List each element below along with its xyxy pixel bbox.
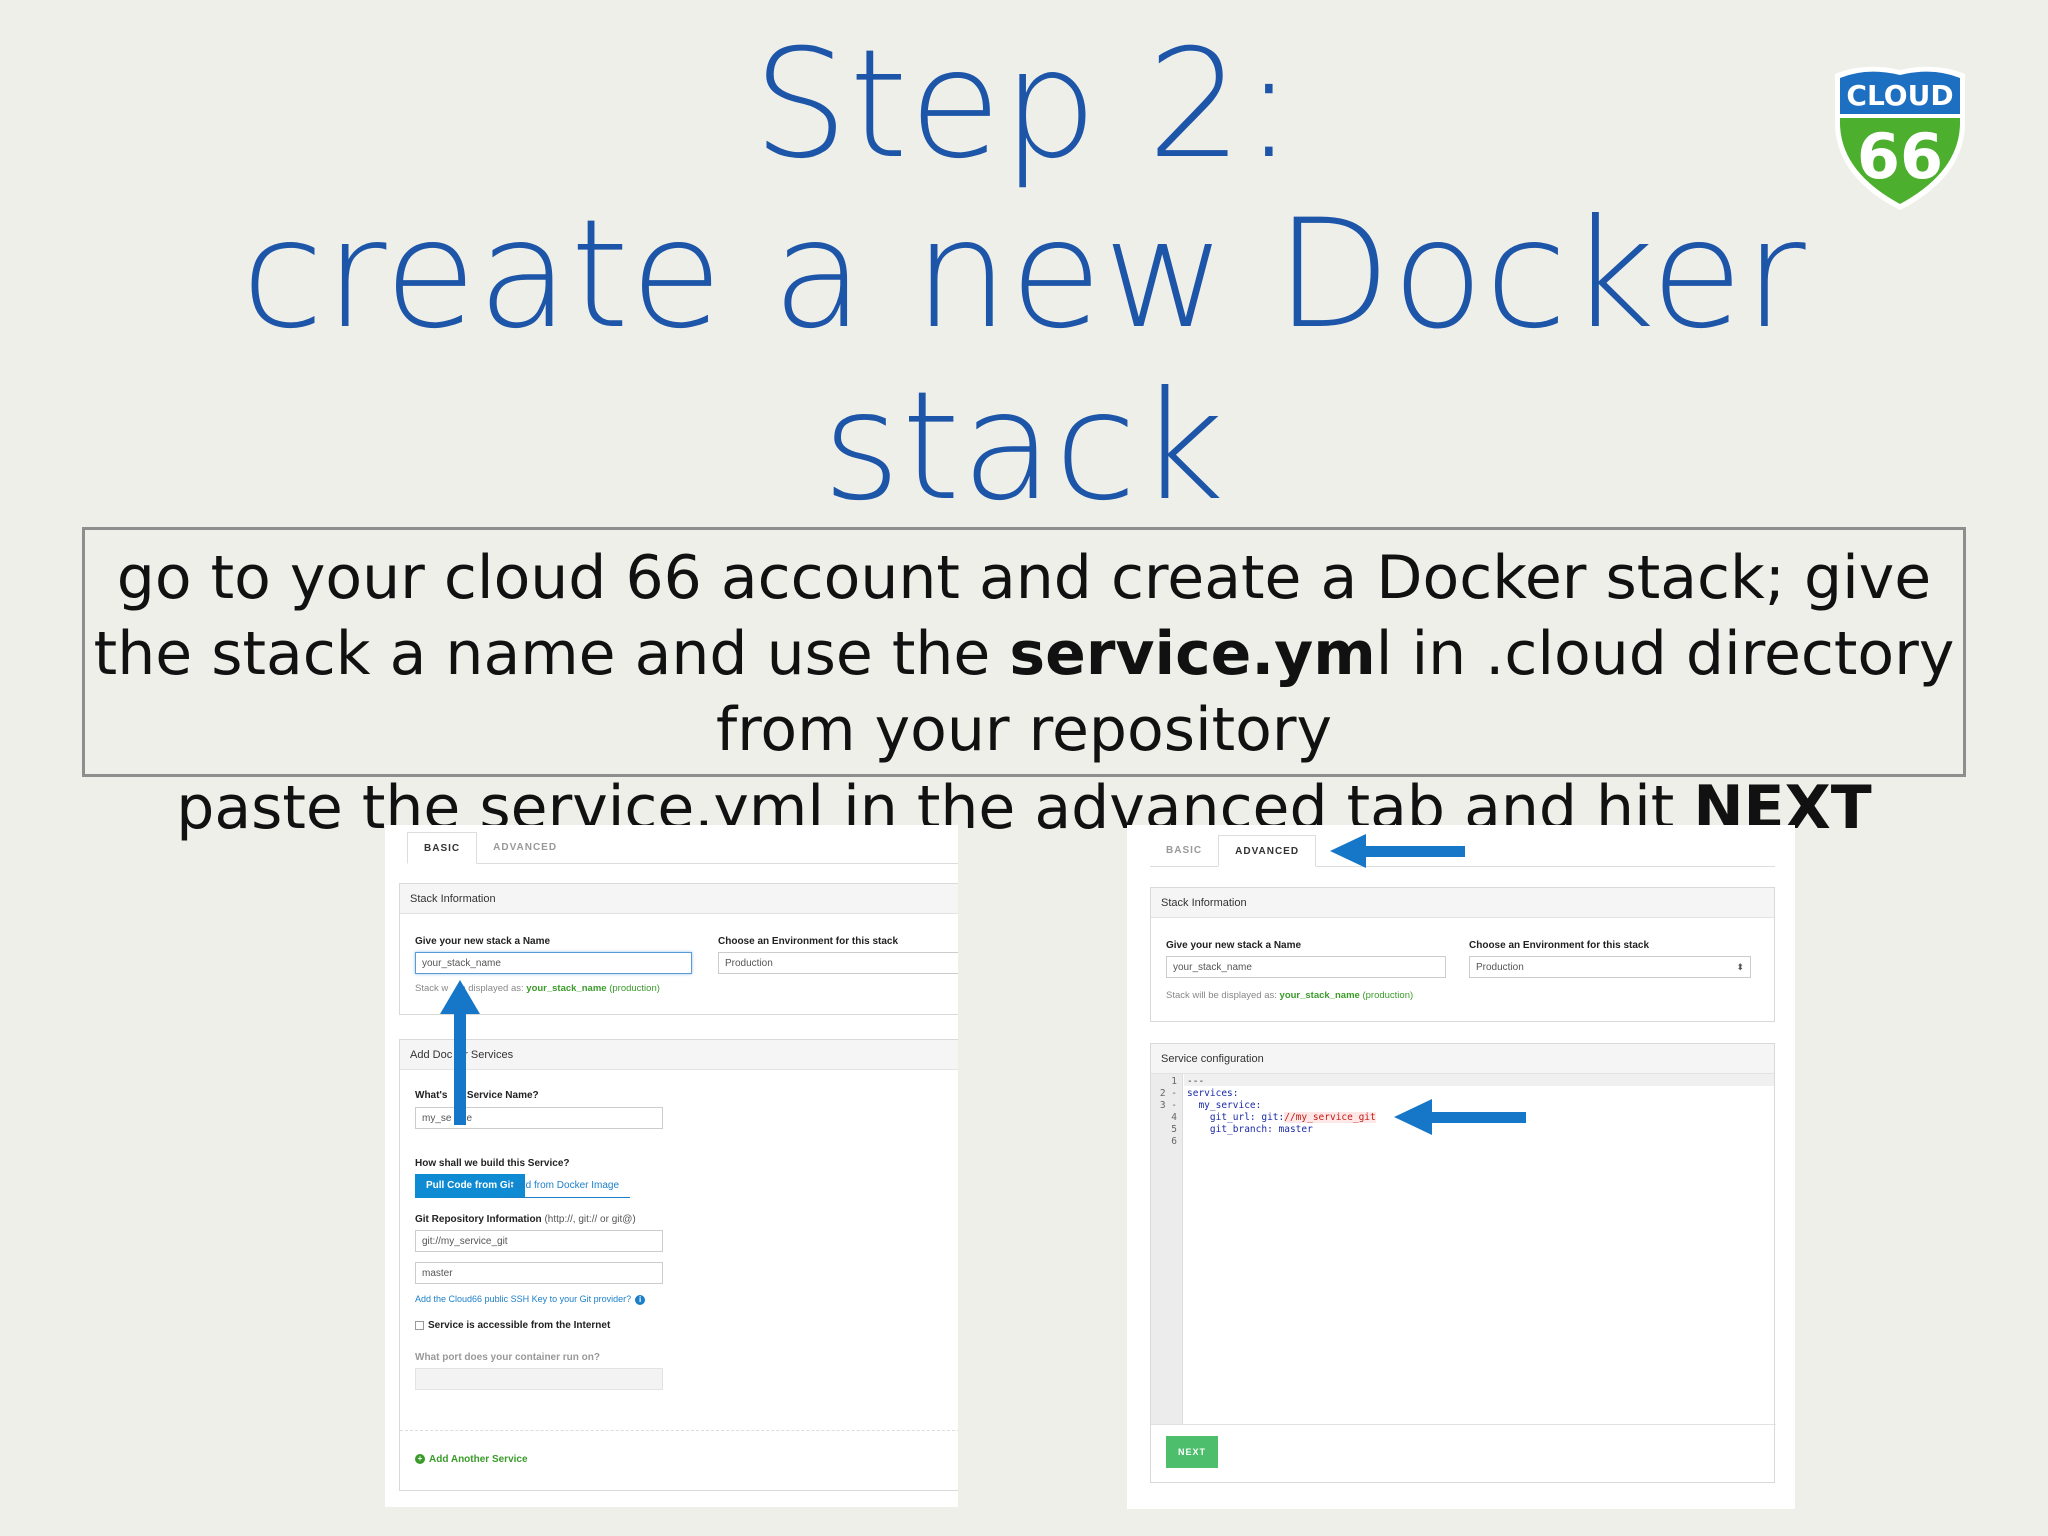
note-stack-name: your_stack_name	[1279, 990, 1360, 1001]
environment-label: Choose an Environment for this stack	[718, 936, 899, 947]
ssh-key-link[interactable]: Add the Cloud66 public SSH Key to your G…	[415, 1294, 646, 1305]
git-repo-label: Git Repository Information (http://, git…	[415, 1214, 636, 1225]
git-url-input[interactable]: git://my_service_git	[415, 1230, 663, 1252]
git-branch-input[interactable]: master	[415, 1262, 663, 1284]
internet-accessible-label: Service is accessible from the Internet	[428, 1320, 611, 1331]
info-icon: i	[635, 1294, 646, 1305]
note-env: (production)	[1359, 990, 1414, 1001]
line-number: 6	[1171, 1136, 1177, 1147]
line-number: 1	[1171, 1076, 1177, 1087]
line-number: 2 -	[1159, 1088, 1177, 1099]
code-value: //my_service_git	[1284, 1112, 1376, 1123]
stack-name-input[interactable]: your_stack_name	[1166, 956, 1446, 978]
instruction-text: go to your cloud 66 account and create a…	[82, 540, 1966, 768]
divider	[400, 1430, 958, 1431]
port-input[interactable]	[415, 1368, 663, 1390]
next-button[interactable]: NEXT	[1166, 1436, 1218, 1468]
note-prefix: Stack will be displayed as:	[1166, 990, 1280, 1001]
stack-information-panel: Stack Information Give your new stack a …	[1150, 887, 1775, 1022]
slide-title-line3: stack	[822, 360, 1226, 534]
note-env: (production)	[606, 983, 660, 994]
select-arrows-icon: ⬍	[1736, 962, 1744, 972]
slide-title-line1: Step 2:	[752, 18, 1296, 192]
stack-display-note: Stack will be displayed as: your_stack_n…	[1166, 990, 1413, 1001]
tab-bar: BASIC ADVANCED	[407, 832, 958, 864]
plus-circle-icon: +	[415, 1454, 425, 1465]
line-number: 5	[1171, 1124, 1177, 1135]
line-number: 3 -	[1159, 1100, 1177, 1111]
environment-select[interactable]: Production ⬍	[1469, 956, 1751, 978]
git-label-hint: (http://, git:// or git@)	[541, 1214, 636, 1225]
line-number: 4	[1171, 1112, 1177, 1123]
instruction-bold: service.ym	[1009, 619, 1376, 689]
environment-label: Choose an Environment for this stack	[1469, 940, 1650, 951]
env-value: Production	[1476, 962, 1524, 973]
stack-name-label: Give your new stack a Name	[1166, 940, 1302, 951]
arrow-left-icon	[1330, 834, 1465, 868]
note-stack-name: your_stack_name	[526, 983, 607, 994]
tab-advanced[interactable]: ADVANCED	[477, 832, 573, 863]
arrow-up-icon	[440, 980, 480, 1125]
logo-cloud-text: CLOUD	[1846, 79, 1953, 112]
environment-select[interactable]: Production	[718, 952, 958, 974]
add-another-service-link[interactable]: + Add Another Service	[415, 1454, 528, 1465]
line-numbers: 1 2 - 3 - 4 5 6	[1151, 1076, 1183, 1148]
panel-heading: Stack Information	[400, 884, 958, 914]
arrow-left-icon	[1394, 1099, 1526, 1135]
build-from-docker-image-button[interactable]: Build from Docker Image	[498, 1174, 631, 1198]
port-label: What port does your container run on?	[415, 1352, 600, 1363]
slide-title-line2: create a new Docker	[241, 188, 1807, 362]
cloud66-logo: CLOUD 66	[1835, 66, 1965, 210]
divider	[1151, 1424, 1776, 1425]
internet-accessible-checkbox[interactable]	[415, 1321, 424, 1330]
build-method-label: How shall we build this Service?	[415, 1158, 570, 1169]
tab-basic[interactable]: BASIC	[407, 832, 478, 864]
line-number-gutter: 1 2 - 3 - 4 5 6	[1151, 1074, 1183, 1424]
tab-advanced[interactable]: ADVANCED	[1218, 835, 1317, 867]
logo-number-text: 66	[1857, 120, 1943, 193]
basic-tab-screenshot: BASIC ADVANCED Stack Information Give yo…	[385, 825, 958, 1507]
git-label-text: Git Repository Information	[415, 1214, 542, 1225]
code-key: git_url: git:	[1187, 1112, 1285, 1123]
ssh-link-text: Add the Cloud66 public SSH Key to your G…	[415, 1294, 632, 1304]
advanced-tab-screenshot: BASIC ADVANCED Stack Information Give yo…	[1127, 825, 1795, 1509]
add-service-text: Add Another Service	[429, 1454, 528, 1465]
stack-name-input[interactable]: your_stack_name	[415, 952, 692, 974]
service-config-heading: Service configuration	[1151, 1044, 1774, 1074]
tab-basic[interactable]: BASIC	[1150, 835, 1218, 866]
code-line: ---	[1187, 1076, 1205, 1087]
stack-name-label: Give your new stack a Name	[415, 936, 551, 947]
panel-heading: Stack Information	[1151, 888, 1774, 918]
